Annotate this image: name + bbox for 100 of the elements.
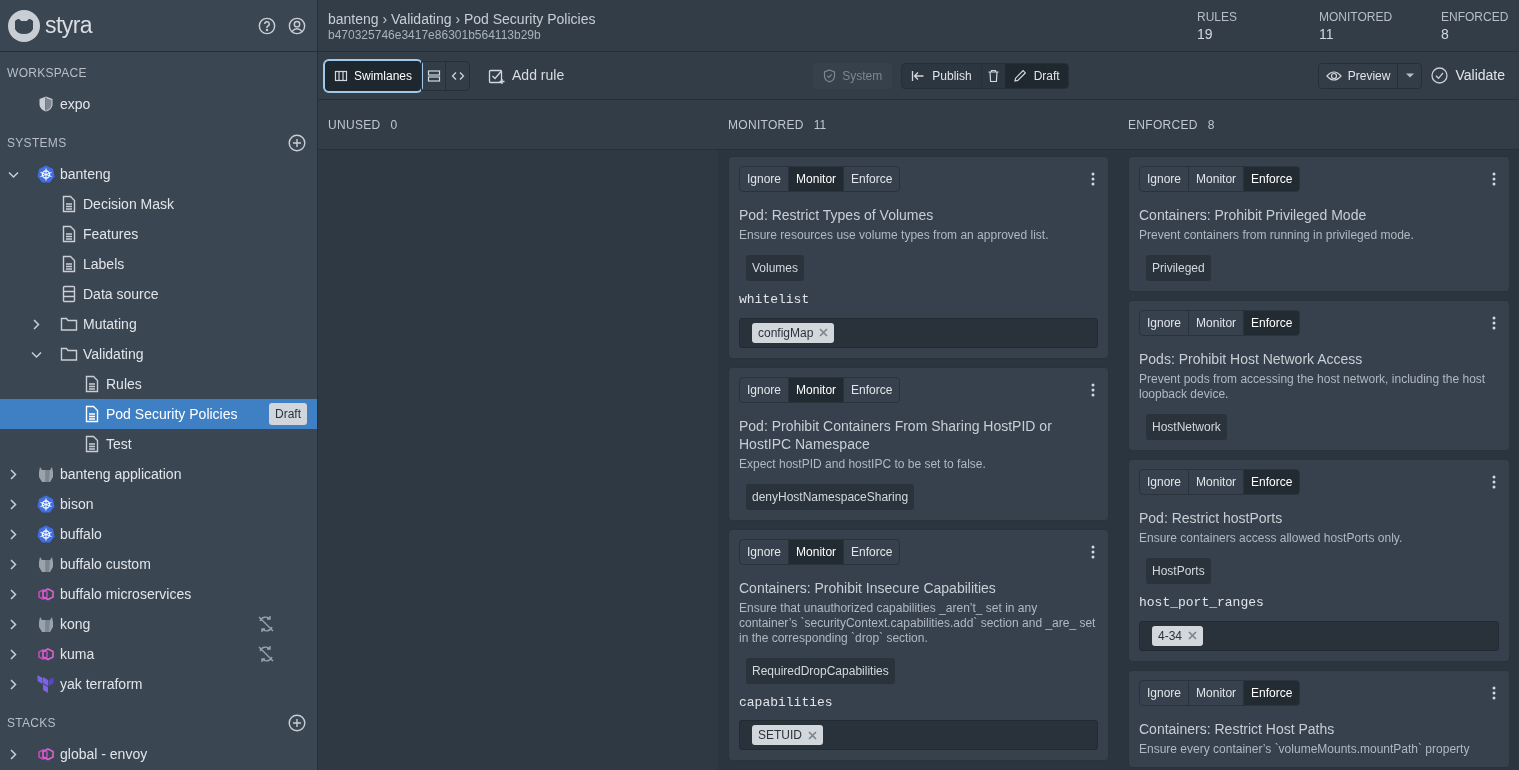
gorilla-head-icon (37, 555, 55, 573)
more-icon[interactable] (1091, 544, 1095, 559)
tree-item[interactable]: yak terraform (0, 669, 317, 699)
publish-arrow-icon (911, 68, 926, 83)
parameter-field[interactable]: SETUID (739, 720, 1098, 750)
expand-chevron-icon[interactable] (7, 588, 19, 600)
parameter-name: host_port_ranges (1139, 594, 1265, 612)
stat-label: ENFORCED (1441, 10, 1509, 25)
expand-chevron-icon[interactable] (7, 748, 19, 760)
tree-item[interactable]: Labels (0, 249, 317, 279)
rule-tag: denyHostNamespaceSharing (746, 483, 915, 510)
tree-item[interactable]: banteng (0, 159, 317, 189)
expand-chevron-icon[interactable] (7, 498, 19, 510)
mode-tab[interactable]: Enforce (843, 539, 900, 564)
mode-tab[interactable]: Monitor (788, 539, 844, 564)
user-icon[interactable] (288, 16, 306, 35)
stat-value: 19 (1197, 25, 1214, 43)
remove-icon[interactable] (808, 730, 817, 740)
logo-icon (7, 8, 41, 43)
expand-chevron-icon[interactable] (7, 468, 19, 480)
brand-name: styra (45, 11, 92, 41)
parameter-field[interactable]: configMap (739, 317, 1098, 348)
more-icon[interactable] (1492, 685, 1496, 700)
helm-wheel-icon (37, 525, 55, 543)
tree-item[interactable]: Features (0, 219, 317, 249)
mode-tab[interactable]: Enforce (1243, 311, 1300, 335)
folder-icon (60, 315, 78, 333)
mode-tab[interactable]: Monitor (788, 167, 844, 191)
mode-tab[interactable]: Ignore (740, 539, 789, 564)
tree-item[interactable]: Data source (0, 279, 317, 309)
mode-tab[interactable]: Ignore (1140, 470, 1189, 494)
mode-tab[interactable]: Ignore (1140, 167, 1189, 191)
tree-item[interactable]: buffalo custom (0, 549, 317, 579)
more-icon[interactable] (1492, 475, 1496, 489)
tree-item[interactable]: global - envoy (0, 739, 317, 769)
mode-tab[interactable]: Enforce (843, 167, 900, 191)
tree-item[interactable]: Validating (0, 339, 317, 369)
rule-tag: Privileged (1146, 255, 1211, 281)
stat-label: MONITORED (1319, 10, 1394, 25)
mode-tab[interactable]: Enforce (1243, 470, 1300, 494)
expand-chevron-icon[interactable] (7, 618, 19, 630)
tree-item[interactable]: expo (0, 89, 317, 119)
mode-tab[interactable]: Ignore (1140, 311, 1189, 335)
mode-tab[interactable]: Ignore (740, 167, 789, 191)
check-circle-icon (1431, 67, 1449, 84)
remove-icon[interactable] (1188, 631, 1198, 640)
tree-item[interactable]: buffalo microservices (0, 579, 317, 609)
mode-tab[interactable]: Ignore (740, 377, 789, 402)
tree-item[interactable]: Pod Security Policies Draft (0, 399, 317, 429)
rows-icon (426, 68, 441, 83)
stat-value: 8 (1441, 25, 1450, 43)
tree-item[interactable]: kuma (0, 639, 317, 669)
rule-title: Pod: Prohibit Containers From Sharing HostPID or HostIPC Namespace (739, 416, 1053, 453)
columns-icon (334, 68, 348, 83)
view-tab[interactable]: Swimlanes (325, 60, 422, 91)
document-icon (60, 195, 78, 213)
linked-hexagons-icon (37, 645, 55, 663)
expand-chevron-icon[interactable] (7, 528, 19, 540)
tree-item[interactable]: buffalo (0, 519, 317, 549)
parameter-field[interactable]: 4-34 (1139, 620, 1499, 651)
helm-wheel-icon (37, 495, 55, 513)
more-icon[interactable] (1091, 382, 1095, 397)
mode-tab[interactable]: Enforce (843, 377, 900, 402)
tree-item[interactable]: Mutating (0, 309, 317, 339)
document-icon (60, 225, 78, 243)
expand-chevron-icon[interactable] (30, 318, 42, 330)
add-rule-button[interactable]: Add rule (488, 60, 565, 91)
add-icon[interactable] (288, 714, 306, 732)
expand-chevron-icon[interactable] (7, 678, 19, 690)
draft-button[interactable]: Draft (1004, 63, 1068, 88)
validate-button[interactable]: Validate (1431, 65, 1505, 86)
expand-chevron-icon[interactable] (7, 648, 19, 660)
publish-button[interactable]: Publish (902, 63, 981, 88)
mode-tab[interactable]: Monitor (788, 377, 844, 402)
lane-count: 0 (390, 116, 398, 134)
expand-chevron-icon[interactable] (7, 558, 19, 570)
tree-item[interactable]: Rules (0, 369, 317, 399)
folder-icon (60, 345, 78, 363)
document-icon (83, 405, 101, 423)
rule-title: Pods: Prohibit Host Network Access (1139, 350, 1364, 368)
rule-title: Pod: Restrict Types of Volumes (739, 206, 935, 224)
mode-tab[interactable]: Enforce (1243, 167, 1300, 191)
rule-description: Ensure that unauthorized capabilities _aren’t_ set in any container’s `securityContext.capabilities.add` section and _are_ set in the corresponding `drop` section. (739, 600, 1097, 646)
tree-item[interactable]: Test (0, 429, 317, 459)
add-icon[interactable] (288, 134, 306, 152)
more-icon[interactable] (1492, 316, 1496, 330)
pencil-icon (1012, 68, 1027, 83)
database-icon (60, 285, 78, 303)
rule-description: Prevent pods from accessing the host network, including the host loopback device. (1139, 372, 1487, 402)
mode-tab[interactable]: Enforce (1243, 680, 1300, 705)
tree-item[interactable]: bison (0, 489, 317, 519)
rule-title: Containers: Prohibit Privileged Mode (1139, 206, 1368, 224)
tree-item[interactable]: Decision Mask (0, 189, 317, 219)
more-icon[interactable] (1492, 172, 1496, 186)
tree-item[interactable]: banteng application (0, 459, 317, 489)
help-icon[interactable] (258, 16, 276, 35)
remove-icon[interactable] (819, 328, 829, 337)
tree-item[interactable]: kong (0, 609, 317, 639)
mode-tab[interactable]: Ignore (1140, 680, 1189, 705)
more-icon[interactable] (1091, 172, 1095, 186)
